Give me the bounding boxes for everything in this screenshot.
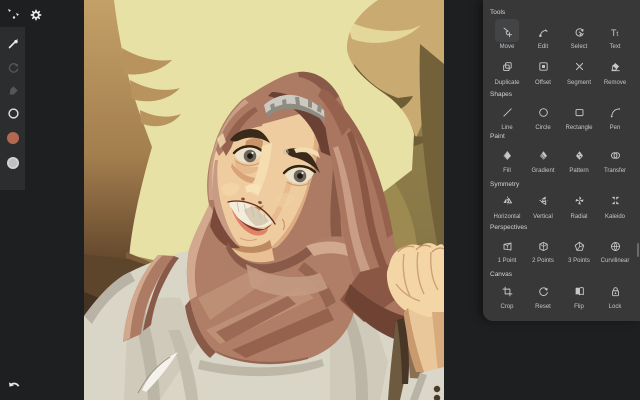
svg-text:t: t xyxy=(616,30,618,37)
